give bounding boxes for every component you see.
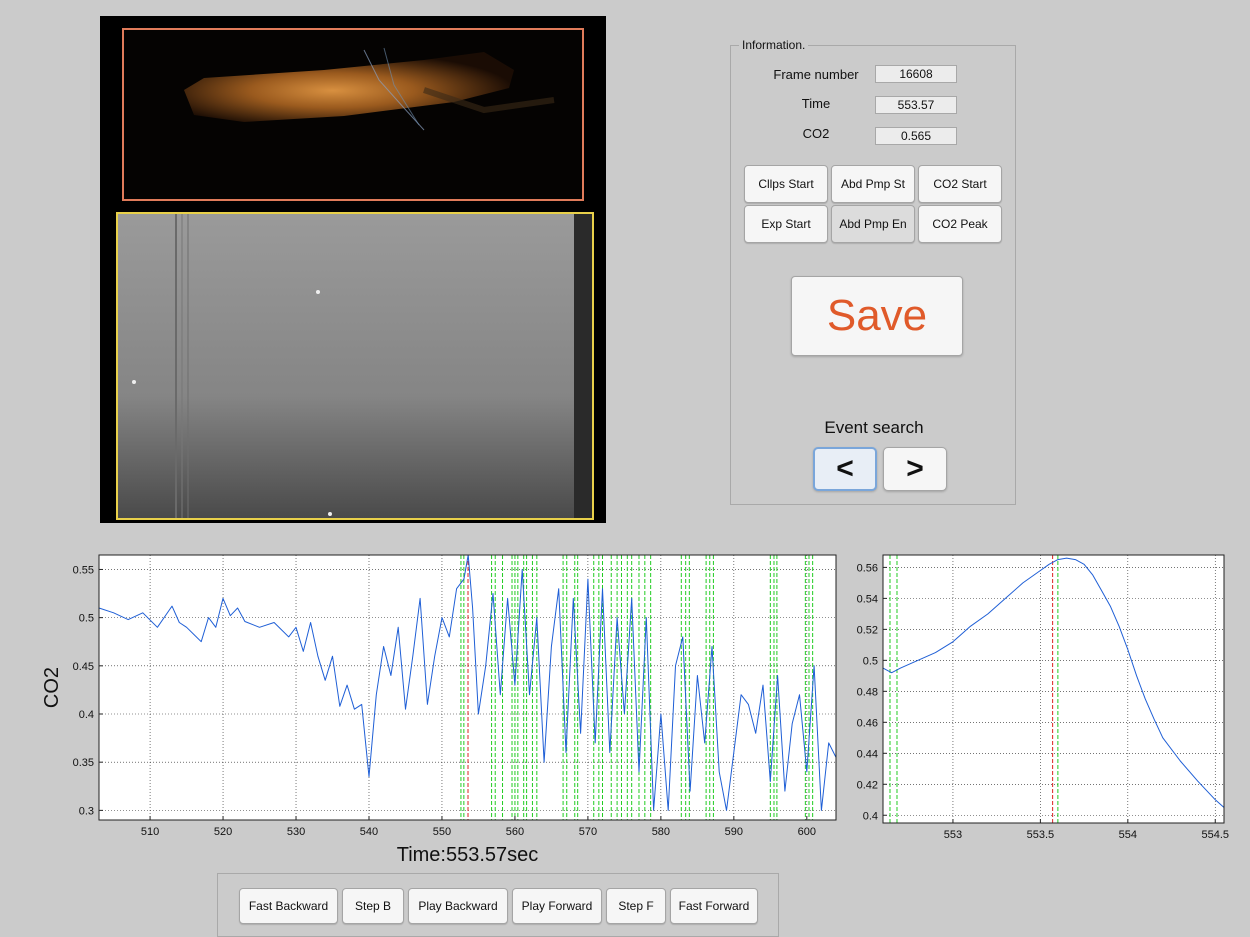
frame-number-field: 16608 <box>875 65 957 83</box>
y-tick-label: 0.5 <box>863 655 878 667</box>
y-tick-label: 0.4 <box>79 709 94 721</box>
co2-zoom-chart[interactable]: 553 553.5 554 554.5 0.4 0.42 0.44 0.46 0.48 0.5 0.… <box>850 540 1250 860</box>
x-tick-label: 550 <box>433 826 451 838</box>
x-tick-label: 580 <box>652 826 670 838</box>
y-tick-label: 0.56 <box>857 562 878 574</box>
x-tick-label: 553 <box>944 829 962 841</box>
x-tick-label: 570 <box>579 826 597 838</box>
y-tick-label: 0.4 <box>863 810 878 822</box>
x-tick-label: 530 <box>287 826 305 838</box>
y-tick-label: 0.55 <box>73 564 94 576</box>
x-tick-label: 554.5 <box>1201 829 1229 841</box>
information-panel: Information. Frame number 16608 Time 553… <box>730 38 1016 505</box>
save-button[interactable]: Save <box>791 276 963 356</box>
co2-start-button[interactable]: CO2 Start <box>918 165 1002 203</box>
y-tick-label: 0.44 <box>857 748 878 760</box>
y-tick-label: 0.45 <box>73 661 94 673</box>
bottom-camera-view <box>116 212 594 520</box>
y-tick-label: 0.48 <box>857 686 878 698</box>
x-tick-label: 600 <box>798 826 816 838</box>
x-tick-label: 553.5 <box>1027 829 1055 841</box>
video-display <box>100 16 606 523</box>
step-backward-button[interactable]: Step B <box>342 888 404 924</box>
y-tick-label: 0.3 <box>79 805 94 817</box>
y-tick-label: 0.46 <box>857 717 878 729</box>
y-tick-label: 0.5 <box>79 613 94 625</box>
x-tick-label: 554 <box>1119 829 1137 841</box>
co2-field: 0.565 <box>875 127 957 145</box>
x-tick-label: 560 <box>506 826 524 838</box>
y-axis-label: CO2 <box>41 667 63 708</box>
top-camera-view <box>122 28 584 201</box>
y-tick-label: 0.35 <box>73 757 94 769</box>
playback-controls: Fast Backward Step B Play Backward Play … <box>217 873 779 937</box>
plot-area <box>99 555 836 820</box>
co2-label: CO2 <box>802 126 830 141</box>
top-camera-image <box>124 30 582 199</box>
play-backward-button[interactable]: Play Backward <box>408 888 508 924</box>
co2-time-series-chart[interactable]: 510 520 530 540 550 560 570 580 590 600 0.3 0.35 0.4… <box>0 540 845 870</box>
x-tick-label: 590 <box>725 826 743 838</box>
y-tick-label: 0.42 <box>857 779 878 791</box>
plot-area <box>883 555 1224 823</box>
time-field: 553.57 <box>875 96 957 114</box>
time-label: Time <box>801 96 831 111</box>
fast-forward-button[interactable]: Fast Forward <box>670 888 758 924</box>
frame-number-label: Frame number <box>773 67 859 82</box>
exp-start-button[interactable]: Exp Start <box>744 205 828 243</box>
abd-pump-end-button[interactable]: Abd Pmp En <box>831 205 915 243</box>
bottom-camera-image <box>118 214 592 518</box>
clips-start-button[interactable]: Cllps Start <box>744 165 828 203</box>
x-axis-label: Time:553.57sec <box>397 844 539 866</box>
x-tick-label: 540 <box>360 826 378 838</box>
play-forward-button[interactable]: Play Forward <box>512 888 602 924</box>
x-tick-label: 520 <box>214 826 232 838</box>
information-legend: Information. <box>739 38 809 52</box>
step-forward-button[interactable]: Step F <box>606 888 666 924</box>
event-next-button[interactable]: > <box>883 447 947 491</box>
event-search-label: Event search <box>824 418 924 437</box>
x-tick-label: 510 <box>141 826 159 838</box>
y-tick-label: 0.54 <box>857 593 878 605</box>
co2-peak-button[interactable]: CO2 Peak <box>918 205 1002 243</box>
event-previous-button[interactable]: < <box>813 447 877 491</box>
abd-pump-start-button[interactable]: Abd Pmp St <box>831 165 915 203</box>
y-tick-label: 0.52 <box>857 624 878 636</box>
fast-backward-button[interactable]: Fast Backward <box>239 888 338 924</box>
